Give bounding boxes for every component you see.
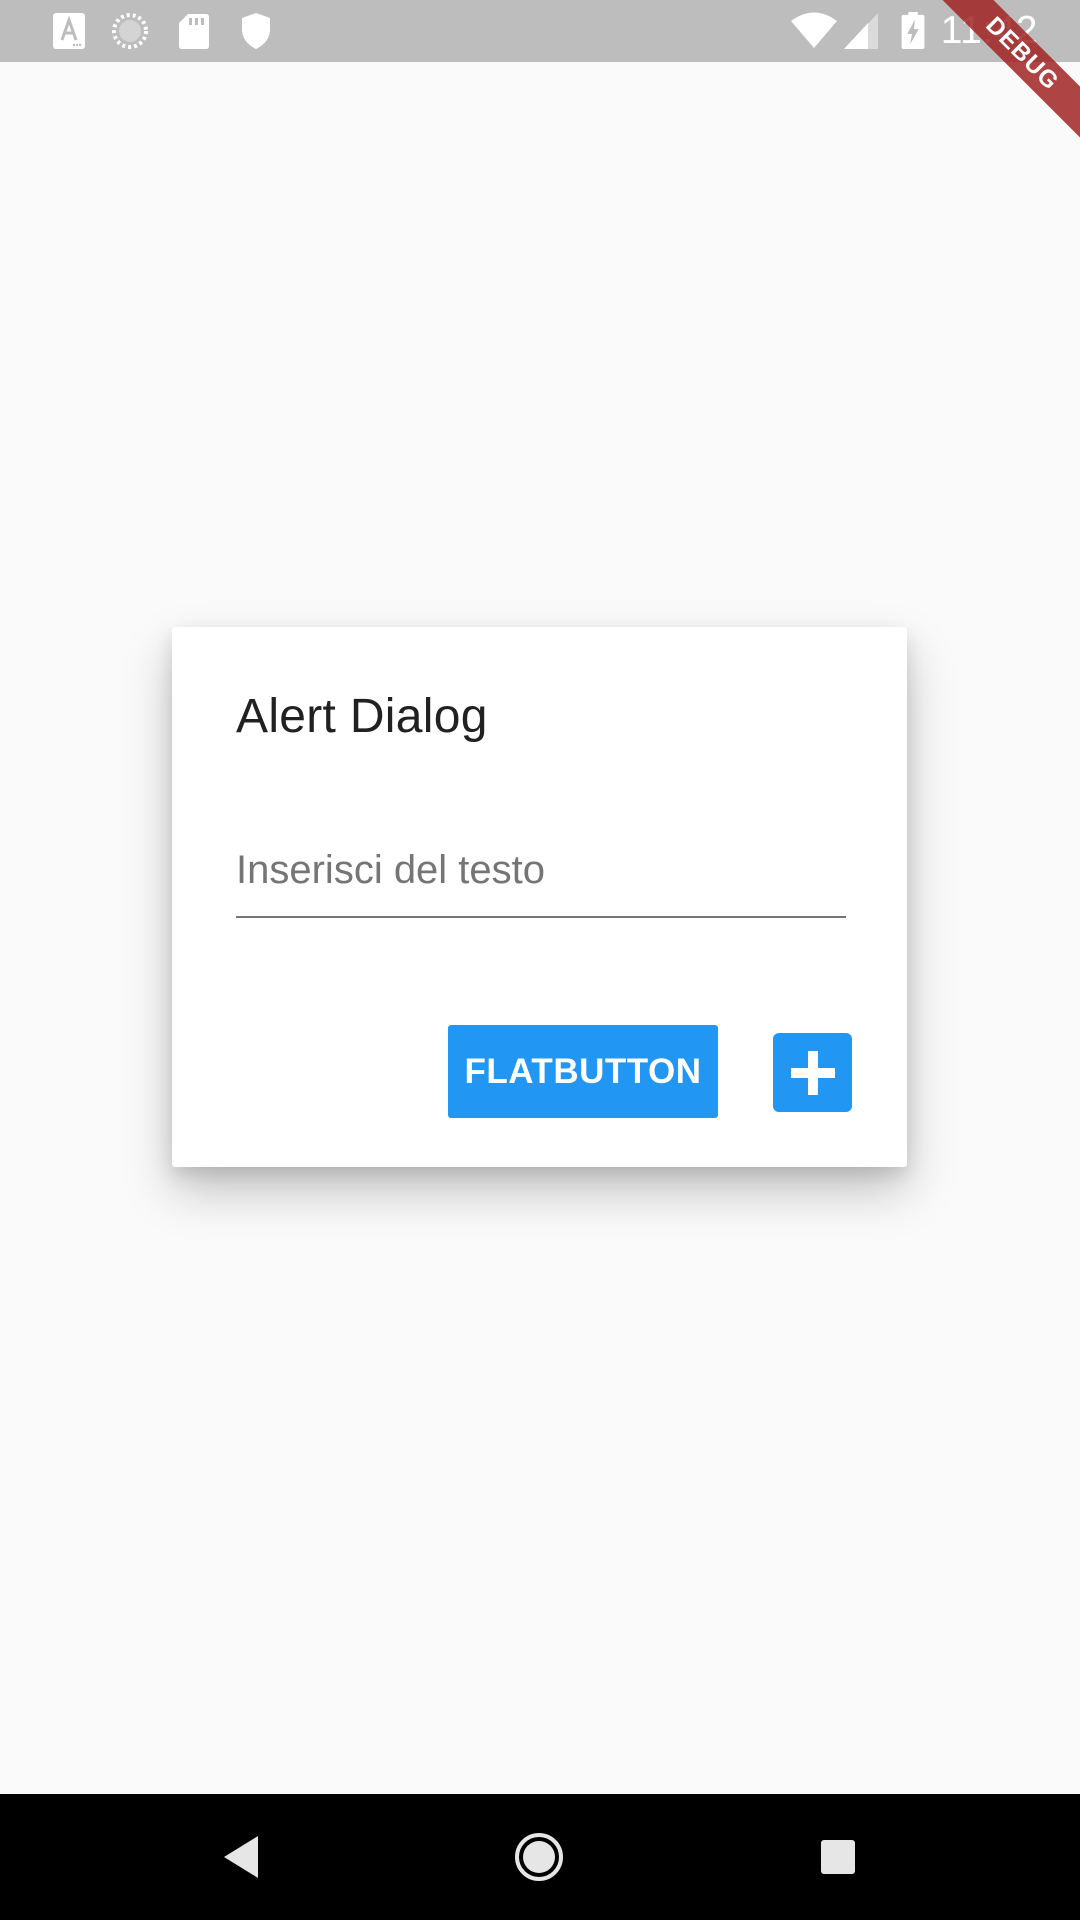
navigation-bar — [0, 1794, 1080, 1920]
loading-icon — [112, 13, 148, 49]
text-input[interactable] — [236, 824, 846, 918]
back-icon[interactable] — [208, 1824, 274, 1890]
status-time: 11:42 — [940, 9, 1038, 52]
dialog-title: Alert Dialog — [236, 690, 488, 743]
shield-icon — [242, 13, 270, 49]
status-bar: 11:42 — [0, 0, 1080, 62]
add-button[interactable] — [773, 1033, 852, 1112]
recents-icon[interactable] — [805, 1824, 871, 1890]
signal-icon — [844, 13, 878, 49]
alert-dialog: Alert Dialog FLATBUTTON — [172, 627, 907, 1167]
wifi-icon — [791, 12, 837, 48]
sd-card-icon — [179, 14, 209, 49]
battery-charging-icon — [901, 12, 925, 50]
plus-icon — [790, 1050, 835, 1095]
flat-button[interactable]: FLATBUTTON — [448, 1025, 718, 1118]
home-icon[interactable] — [506, 1824, 572, 1890]
a-notification-icon — [53, 13, 85, 49]
